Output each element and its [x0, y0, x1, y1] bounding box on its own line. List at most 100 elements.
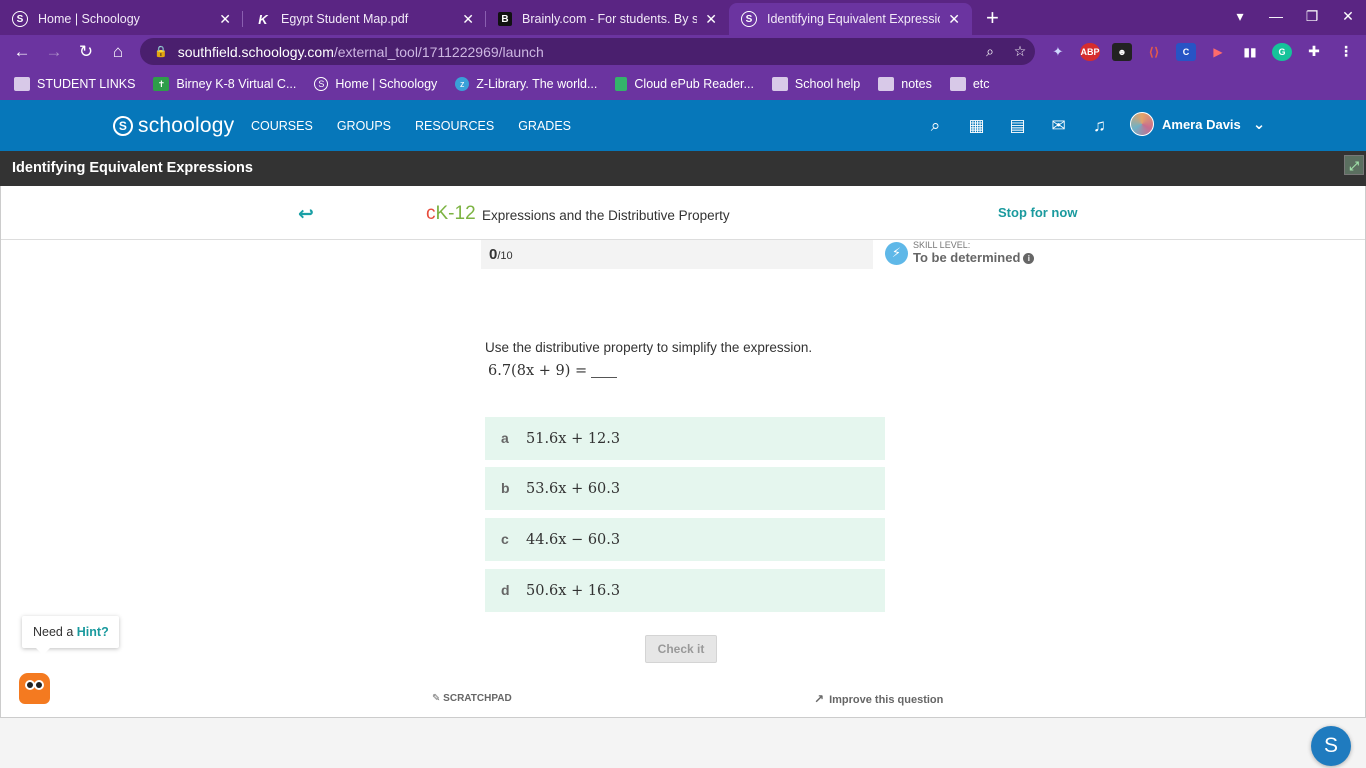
grammarly-icon[interactable]: G — [1272, 42, 1292, 61]
bookmark-school-help[interactable]: School help — [771, 77, 861, 91]
nav-courses[interactable]: COURSES — [251, 119, 313, 133]
score-bar: 0/10 — [481, 240, 873, 269]
tab-home-schoology[interactable]: S Home | Schoology ✕ — [0, 3, 243, 35]
tab-title: Identifying Equivalent Expressio — [767, 12, 941, 26]
stop-for-now-link[interactable]: Stop for now — [998, 205, 1077, 220]
option-letter: b — [501, 480, 510, 496]
ck12-mascot-icon[interactable] — [19, 673, 50, 704]
ck12-practice-frame: ↩ cK-12 Expressions and the Distributive… — [0, 186, 1366, 718]
answer-blank — [591, 377, 618, 378]
bookmark-label: STUDENT LINKS — [37, 77, 136, 91]
menu-kebab-icon[interactable]: ⋮ — [1336, 43, 1356, 61]
score-total: /10 — [497, 250, 513, 262]
schoology-logo[interactable]: S schoology — [113, 114, 234, 138]
calendar-icon[interactable]: ▤ — [997, 116, 1038, 136]
bookmark-student-links[interactable]: STUDENT LINKS — [14, 77, 135, 91]
restore-icon[interactable]: ❐ — [1294, 8, 1330, 25]
bookmark-label: School help — [794, 77, 861, 91]
apps-grid-icon[interactable]: ▦ — [956, 116, 997, 136]
zoom-search-icon[interactable]: ⌕ — [975, 43, 1005, 60]
folder-icon — [771, 77, 788, 91]
tab-search-icon[interactable]: ▾ — [1222, 8, 1258, 25]
new-tab-button[interactable]: + — [986, 3, 999, 35]
nav-resources[interactable]: RESOURCES — [415, 119, 494, 133]
kami-icon: K — [258, 11, 268, 27]
close-tab-icon[interactable]: ✕ — [948, 11, 960, 28]
puzzle-extensions-icon[interactable]: ✚ — [1304, 43, 1324, 61]
tab-title: Brainly.com - For students. By st — [522, 12, 698, 26]
option-text: 44.6x − 60.3 — [526, 532, 621, 548]
forward-icon[interactable]: → — [38, 42, 70, 62]
address-toolbar: ← → ↻ ⌂ 🔒 southfield.schoology.com/exter… — [0, 35, 1366, 68]
close-tab-icon[interactable]: ✕ — [462, 11, 474, 28]
bookmark-star-icon[interactable]: ☆ — [1005, 43, 1035, 60]
close-tab-icon[interactable]: ✕ — [219, 11, 231, 28]
extension-icon[interactable]: ▶ — [1208, 43, 1228, 61]
messages-icon[interactable]: ✉ — [1038, 116, 1079, 136]
bookmark-schoology[interactable]: S Home | Schoology — [314, 77, 437, 91]
adblock-plus-icon[interactable]: ABP — [1080, 42, 1100, 61]
extension-icon[interactable]: ☻ — [1112, 42, 1132, 61]
user-menu[interactable]: Amera Davis ⌄ — [1130, 112, 1265, 136]
logo-c: c — [426, 203, 436, 224]
close-window-icon[interactable]: ✕ — [1330, 8, 1366, 25]
answer-option-a[interactable]: a 51.6x + 12.3 — [485, 417, 885, 460]
hint-link[interactable]: Hint? — [77, 625, 109, 639]
answer-option-d[interactable]: d 50.6x + 16.3 — [485, 569, 885, 612]
back-icon[interactable]: ← — [6, 42, 38, 62]
fullscreen-expand-icon[interactable]: ⤢ — [1344, 155, 1364, 175]
schoology-help-button[interactable]: S — [1311, 726, 1351, 766]
improve-question-link[interactable]: ↗ Improve this question — [814, 692, 943, 706]
improve-label: Improve this question — [829, 694, 944, 706]
answer-option-b[interactable]: b 53.6x + 60.3 — [485, 467, 885, 510]
lightning-bolt-icon: ⚡ — [885, 241, 908, 265]
epub-icon — [615, 77, 628, 91]
page-title: Identifying Equivalent Expressions — [12, 160, 253, 176]
birney-icon: ✝ — [153, 77, 170, 91]
ck12-header: ↩ cK-12 Expressions and the Distributive… — [1, 186, 1365, 240]
url-bar[interactable]: 🔒 southfield.schoology.com/external_tool… — [140, 38, 1035, 65]
hint-bubble[interactable]: Need a Hint? — [22, 616, 119, 655]
tab-egypt-map[interactable]: K Egypt Student Map.pdf ✕ — [243, 3, 486, 35]
tab-brainly[interactable]: B Brainly.com - For students. By st ✕ — [486, 3, 729, 35]
answer-option-c[interactable]: c 44.6x − 60.3 — [485, 518, 885, 561]
extension-c-icon[interactable]: C — [1176, 42, 1196, 61]
bookmark-etc[interactable]: etc — [949, 77, 990, 91]
folder-icon — [14, 77, 30, 91]
bookmark-notes[interactable]: notes — [878, 77, 932, 91]
skill-level: ⚡ SKILL LEVEL: To be determined i — [885, 241, 1035, 265]
info-icon[interactable]: i — [1023, 253, 1035, 264]
scratchpad-link[interactable]: ✎ SCRATCHPAD — [432, 693, 512, 704]
minimize-icon[interactable]: — — [1258, 8, 1294, 24]
bookmark-label: notes — [901, 77, 932, 91]
folder-icon — [878, 77, 895, 91]
bookmark-birney[interactable]: ✝ Birney K-8 Virtual C... — [153, 77, 296, 91]
expression-text: 6.7(8x + 9) = — [488, 363, 588, 379]
lock-icon[interactable]: 🔒 — [154, 45, 168, 58]
reload-icon[interactable]: ↻ — [70, 42, 102, 62]
extension-icon[interactable]: ✦ — [1048, 43, 1068, 61]
hint-prefix: Need a — [33, 625, 77, 639]
zlibrary-icon: z — [455, 77, 470, 91]
back-arrow-icon[interactable]: ↩ — [298, 203, 314, 226]
check-it-button[interactable]: Check it — [645, 635, 717, 663]
search-icon[interactable]: ⌕ — [915, 116, 956, 136]
bookmark-epub[interactable]: Cloud ePub Reader... — [615, 77, 754, 91]
notifications-bell-icon[interactable]: ♫ — [1079, 116, 1120, 136]
close-tab-icon[interactable]: ✕ — [705, 11, 717, 28]
tab-identifying-equivalent[interactable]: S Identifying Equivalent Expressio ✕ — [729, 3, 972, 35]
extension-icon[interactable]: ⟨⟩ — [1144, 43, 1164, 61]
bookmarks-bar: STUDENT LINKS ✝ Birney K-8 Virtual C... S… — [0, 68, 1366, 100]
nav-grades[interactable]: GRADES — [518, 119, 571, 133]
bookmark-label: Cloud ePub Reader... — [634, 77, 754, 91]
home-icon[interactable]: ⌂ — [102, 42, 134, 62]
url-text[interactable]: southfield.schoology.com/external_tool/1… — [178, 44, 975, 60]
skill-level-value: To be determined — [913, 250, 1021, 265]
browser-tab-strip: S Home | Schoology ✕ K Egypt Student Map… — [0, 0, 1366, 35]
bookmark-label: Z-Library. The world... — [476, 77, 598, 91]
concept-title: Expressions and the Distributive Propert… — [482, 208, 730, 223]
bookmark-zlibrary[interactable]: z Z-Library. The world... — [455, 77, 597, 91]
url-domain: southfield.schoology.com — [177, 43, 334, 60]
nav-groups[interactable]: GROUPS — [337, 119, 391, 133]
extension-icon[interactable]: ▮▮ — [1240, 43, 1260, 61]
